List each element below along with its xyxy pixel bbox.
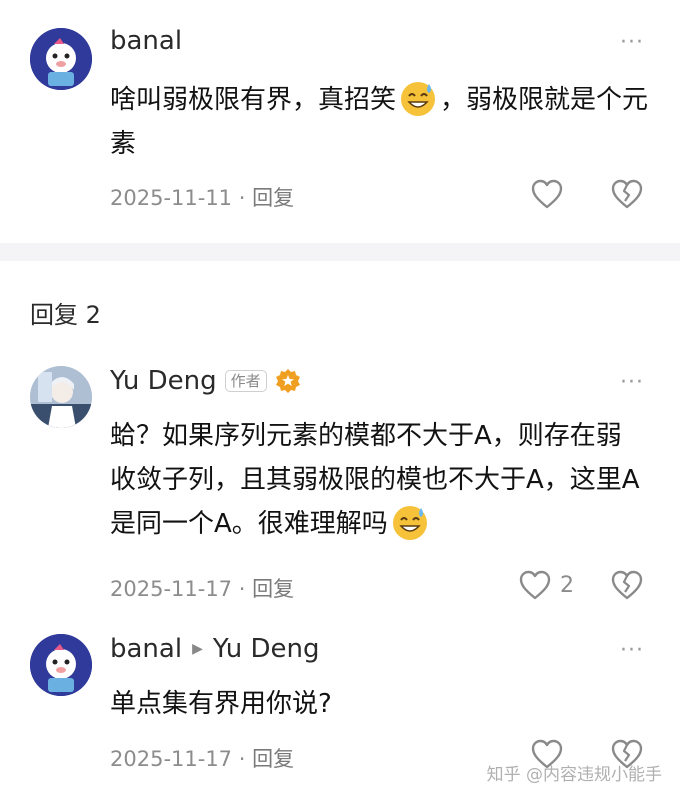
avatar[interactable] xyxy=(30,28,92,90)
reply-actions: 2 xyxy=(518,569,644,601)
avatar-anime-icon xyxy=(30,366,92,428)
replies-heading: 回复 2 xyxy=(30,301,101,329)
reply-to-arrow-icon: ▶ xyxy=(192,641,203,657)
username[interactable]: banal ▶ Yu Deng xyxy=(110,634,320,664)
separator: · xyxy=(238,186,246,210)
username[interactable]: Yu Deng 作者 xyxy=(110,366,301,396)
watermark: 知乎 @内容违规小能手 xyxy=(486,765,662,785)
reply-text: 单点集有界用你说? xyxy=(110,689,332,719)
sweat-smile-emoji-icon xyxy=(401,82,436,116)
heart-icon xyxy=(531,179,563,209)
comment-text: 啥叫弱极限有界，真招笑 ，弱极限就是个元素 xyxy=(110,78,650,166)
reply-button[interactable]: 回复 xyxy=(252,577,294,601)
avatar[interactable] xyxy=(30,634,92,696)
separator: · xyxy=(238,747,246,771)
dislike-button[interactable] xyxy=(610,178,644,210)
reply-meta: 2025-11-17 · 回复 xyxy=(110,573,294,603)
avatar-cartoon-icon xyxy=(30,28,92,90)
author-tag: 作者 xyxy=(224,370,267,392)
like-count: 2 xyxy=(560,572,574,598)
heart-icon xyxy=(519,570,551,600)
like-button[interactable] xyxy=(530,178,564,210)
comment-thread: banal ··· 啥叫弱极限有界，真招笑 ，弱极限就是个元素 2025-11-… xyxy=(0,0,680,800)
dislike-button[interactable] xyxy=(610,569,644,601)
separator: · xyxy=(238,577,246,601)
comment-meta: 2025-11-11 · 回复 xyxy=(110,182,294,212)
broken-heart-icon xyxy=(611,570,643,600)
comment-text-part: 啥叫弱极限有界，真招笑 xyxy=(110,85,397,115)
reply-button[interactable]: 回复 xyxy=(252,186,294,210)
username-text[interactable]: banal xyxy=(110,26,182,56)
timestamp: 2025-11-17 xyxy=(110,747,233,771)
more-options-button[interactable]: ··· xyxy=(620,370,644,395)
reply-button[interactable]: 回复 xyxy=(252,747,294,771)
more-options-button[interactable]: ··· xyxy=(620,30,644,55)
broken-heart-icon xyxy=(611,179,643,209)
reply-text: 蛤？如果序列元素的模都不大于A，则存在弱收敛子列，且其弱极限的模也不大于A，这里… xyxy=(110,414,645,546)
verified-badge-icon xyxy=(275,369,300,393)
reply-meta: 2025-11-17 · 回复 xyxy=(110,743,294,773)
more-options-button[interactable]: ··· xyxy=(620,638,644,663)
username[interactable]: banal xyxy=(110,26,182,56)
like-button[interactable]: 2 xyxy=(518,569,574,601)
timestamp: 2025-11-17 xyxy=(110,577,233,601)
avatar-cartoon-icon xyxy=(30,634,92,696)
reply-to-username[interactable]: Yu Deng xyxy=(213,634,320,664)
username-text[interactable]: Yu Deng xyxy=(110,366,217,396)
sweat-smile-emoji-icon xyxy=(392,506,427,540)
reply-text-content: 蛤？如果序列元素的模都不大于A，则存在弱收敛子列，且其弱极限的模也不大于A，这里… xyxy=(110,421,640,539)
section-divider xyxy=(0,243,680,261)
comment-actions xyxy=(530,178,644,210)
username-text[interactable]: banal xyxy=(110,634,182,664)
timestamp: 2025-11-11 xyxy=(110,186,233,210)
avatar[interactable] xyxy=(30,366,92,428)
